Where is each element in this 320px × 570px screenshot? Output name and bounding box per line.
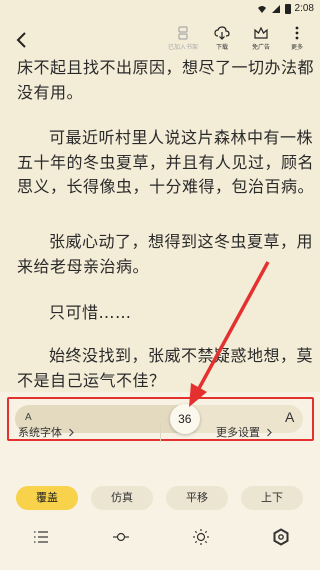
reader-toolbar: 已加入书架 下载 免广告 更多 [0, 20, 320, 60]
text-line: 不是自己运气不佳？ [17, 370, 166, 390]
download-button[interactable]: 下载 [202, 26, 242, 51]
text-line: 思义，长得像虫，十分难得，包治百病。 [17, 177, 315, 196]
page-mode-slide[interactable]: 平移 [166, 486, 228, 510]
more-settings-option[interactable]: 更多设置 [216, 424, 273, 440]
settings-divider [160, 422, 161, 442]
battery-icon [284, 3, 291, 14]
paragraph: 始终没找到，张威不禁疑惑地想，莫 不是自己运气不佳？ [0, 344, 320, 391]
paragraph: 只可惜…… [0, 301, 320, 326]
download-label: 下载 [215, 44, 228, 51]
status-time: 2:08 [294, 3, 314, 14]
ad-free-label: 免广告 [251, 44, 270, 51]
add-to-shelf-label: 已加入书架 [167, 44, 198, 51]
wifi-icon [257, 5, 266, 13]
crown-icon [254, 26, 268, 39]
ad-free-button[interactable]: 免广告 [241, 26, 281, 51]
text-line: 只可惜…… [49, 303, 132, 322]
text-line: 始终没找到，张威不禁疑惑地想，莫 [49, 346, 314, 365]
paragraph: 张威心动了，想得到这冬虫夏草，用 来给老母亲治病。 [0, 230, 320, 279]
system-font-label: 系统字体 [18, 426, 62, 439]
system-font-option[interactable]: 系统字体 [18, 424, 75, 440]
reading-content[interactable]: 床不起且找不出原因，想尽了一切办法都 没有用。 可最近听村里人说这片森林中有一株… [0, 56, 320, 391]
text-line: 来给老母亲治病。 [17, 256, 150, 276]
text-line: 可最近听村里人说这片森林中有一株 [49, 128, 314, 147]
more-settings-label: 更多设置 [216, 426, 260, 439]
catalog-icon[interactable] [32, 528, 50, 546]
text-line: 床不起且找不出原因，想尽了一切办法都 [17, 58, 315, 77]
bookshelf-icon [178, 26, 188, 40]
progress-icon[interactable] [112, 528, 130, 546]
chevron-right-icon [267, 428, 272, 436]
text-line: 五十年的冬虫夏草，并且有人见过，顾名 [17, 152, 315, 172]
brightness-icon[interactable] [192, 528, 210, 546]
page-mode-scroll[interactable]: 上下 [241, 486, 303, 510]
cloud-download-icon [214, 26, 230, 40]
more-vertical-icon [295, 26, 299, 40]
signal-icon [271, 4, 280, 13]
more-label: 更多 [290, 44, 303, 51]
text-line: 没有用。 [17, 82, 84, 102]
page-mode-simulation[interactable]: 仿真 [91, 486, 153, 510]
back-arrow-icon[interactable] [10, 28, 34, 52]
text-line: 张威心动了，想得到这冬虫夏草，用 [49, 232, 314, 251]
chevron-right-icon [69, 428, 74, 436]
add-to-shelf-button[interactable]: 已加入书架 [163, 26, 203, 51]
paragraph: 可最近听村里人说这片森林中有一株 五十年的冬虫夏草，并且有人见过，顾名 思义，长… [0, 126, 320, 200]
status-right: 2:08 [257, 3, 314, 14]
bottom-nav [0, 528, 320, 546]
more-button[interactable]: 更多 [277, 26, 317, 51]
page-mode-cover[interactable]: 覆盖 [16, 486, 78, 510]
paragraph: 床不起且找不出原因，想尽了一切办法都 没有用。 [0, 56, 320, 105]
settings-icon[interactable] [272, 528, 290, 546]
status-bar: 2:08 [0, 0, 320, 20]
